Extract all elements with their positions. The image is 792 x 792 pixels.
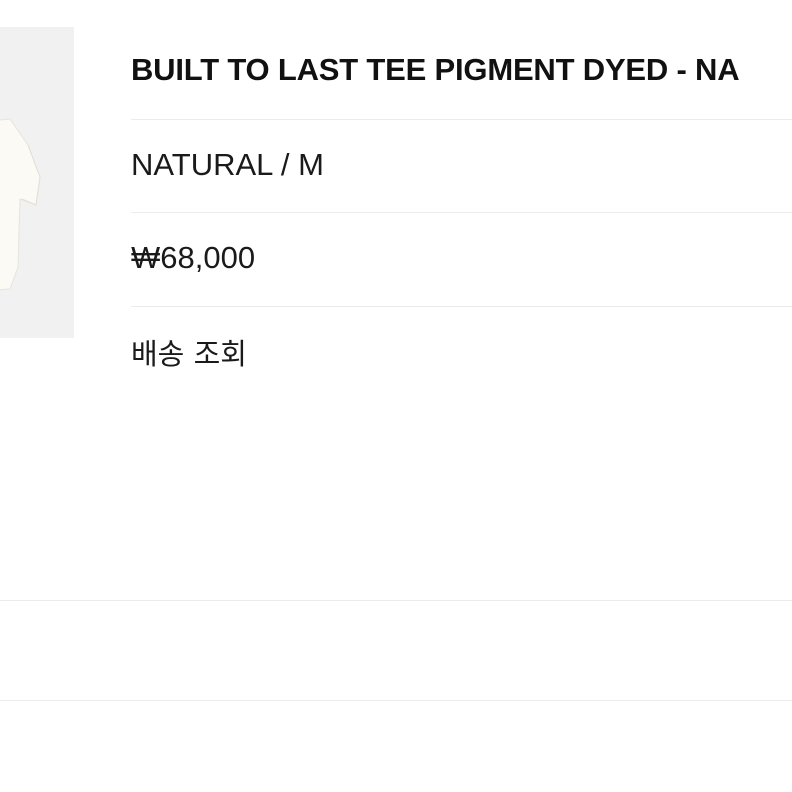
section-divider bbox=[0, 600, 792, 601]
product-price-row: ₩68,000 bbox=[131, 213, 792, 307]
product-option: NATURAL / M bbox=[131, 147, 324, 182]
product-option-row: NATURAL / M bbox=[131, 120, 792, 213]
shipping-row: 배송 조회 bbox=[131, 307, 792, 387]
shipping-tracking-link[interactable]: 배송 조회 bbox=[131, 331, 247, 373]
tshirt-image bbox=[0, 118, 41, 291]
product-title[interactable]: BUILT TO LAST TEE PIGMENT DYED - NA bbox=[131, 52, 740, 88]
product-title-row: BUILT TO LAST TEE PIGMENT DYED - NA bbox=[131, 0, 792, 120]
product-price: ₩68,000 bbox=[131, 240, 256, 275]
product-thumbnail[interactable] bbox=[0, 27, 74, 338]
section-divider bbox=[0, 700, 792, 701]
product-info: BUILT TO LAST TEE PIGMENT DYED - NA NATU… bbox=[131, 0, 792, 387]
